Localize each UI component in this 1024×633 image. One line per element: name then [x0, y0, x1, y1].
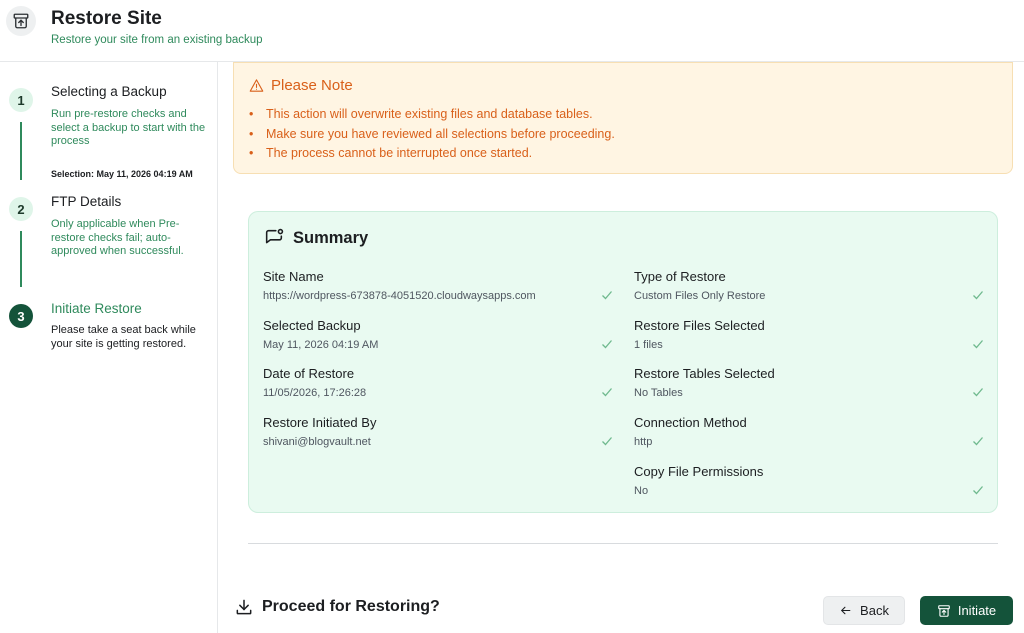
field-label: Date of Restore [263, 366, 355, 381]
restore-stepper: 1 Selecting a Backup Run pre-restore che… [0, 62, 218, 633]
summary-field-site-name: Site Name https://wordpress-673878-40515… [263, 269, 613, 309]
summary-field-type-of-restore: Type of Restore Custom Files Only Restor… [634, 269, 984, 309]
check-icon [602, 388, 612, 397]
page-header: Restore Site Restore your site from an e… [0, 0, 1024, 62]
check-icon [602, 340, 612, 349]
check-icon [973, 340, 983, 349]
check-icon [973, 437, 983, 446]
step-3-title[interactable]: Initiate Restore [51, 301, 142, 316]
field-label: Restore Files Selected [634, 318, 765, 333]
field-label: Site Name [263, 269, 324, 284]
summary-title: Summary [293, 229, 369, 247]
step-1-selection: Selection: May 11, 2026 04:19 AM [51, 169, 193, 179]
field-value: May 11, 2026 04:19 AM [263, 339, 379, 351]
initiate-button[interactable]: Initiate [920, 596, 1013, 625]
initiate-button-label: Initiate [957, 603, 997, 618]
field-value: shivani@blogvault.net [263, 436, 371, 448]
step-1-number: 1 [9, 88, 33, 112]
step-1-connector [20, 122, 22, 180]
field-value: http [634, 436, 653, 448]
chat-bubble-icon [263, 227, 285, 254]
step-2-title[interactable]: FTP Details [51, 194, 121, 209]
back-button[interactable]: Back [823, 596, 905, 625]
page-subtitle: Restore your site from an existing backu… [51, 34, 263, 46]
field-value: No [634, 485, 649, 497]
check-icon [973, 388, 983, 397]
summary-field-selected-backup: Selected Backup May 11, 2026 04:19 AM [263, 318, 613, 358]
download-icon [234, 597, 254, 622]
warning-note: Please Note This action will overwrite e… [233, 62, 1013, 174]
proceed-heading: Proceed for Restoring? [262, 598, 440, 615]
archive-restore-icon [6, 6, 36, 36]
field-value: https://wordpress-673878-4051520.cloudwa… [263, 290, 536, 302]
summary-field-connection-method: Connection Method http [634, 415, 984, 455]
note-title: Please Note [271, 77, 353, 94]
summary-field-files-selected: Restore Files Selected 1 files [634, 318, 984, 358]
step-2-description: Only applicable when Pre-restore checks … [51, 218, 184, 257]
field-value: No Tables [634, 387, 683, 399]
field-value: Custom Files Only Restore [634, 290, 766, 302]
check-icon [602, 291, 612, 300]
field-value: 1 files [634, 339, 663, 351]
field-label: Selected Backup [263, 318, 361, 333]
step-2-connector [20, 231, 22, 287]
arrow-left-icon [841, 606, 851, 615]
note-item: The process cannot be interrupted once s… [249, 144, 615, 164]
summary-field-initiated-by: Restore Initiated By shivani@blogvault.n… [263, 415, 613, 455]
step-1-description: Run pre-restore checks and select a back… [51, 108, 206, 147]
field-label: Connection Method [634, 415, 747, 430]
summary-field-copy-file-permissions: Copy File Permissions No [634, 464, 984, 504]
step-1-title[interactable]: Selecting a Backup [51, 84, 167, 99]
field-label: Copy File Permissions [634, 464, 764, 479]
note-list: This action will overwrite existing file… [249, 105, 615, 164]
check-icon [973, 291, 983, 300]
field-label: Restore Initiated By [263, 415, 377, 430]
check-icon [973, 486, 983, 495]
field-value: 11/05/2026, 17:26:28 [263, 387, 367, 399]
field-label: Type of Restore [634, 269, 726, 284]
divider [248, 543, 998, 544]
warning-triangle-icon [249, 78, 264, 98]
step-3-number: 3 [9, 304, 33, 328]
note-item: Make sure you have reviewed all selectio… [249, 125, 615, 145]
page-title: Restore Site [51, 8, 162, 29]
archive-restore-icon [938, 604, 950, 617]
summary-field-date-of-restore: Date of Restore 11/05/2026, 17:26:28 [263, 366, 613, 406]
summary-field-tables-selected: Restore Tables Selected No Tables [634, 366, 984, 406]
step-2-number: 2 [9, 197, 33, 221]
note-item: This action will overwrite existing file… [249, 105, 615, 125]
summary-card: Summary Site Name https://wordpress-6738… [248, 211, 998, 513]
step-3-description: Please take a seat back while your site … [51, 324, 196, 350]
back-button-label: Back [860, 603, 889, 618]
field-label: Restore Tables Selected [634, 366, 775, 381]
check-icon [602, 437, 612, 446]
